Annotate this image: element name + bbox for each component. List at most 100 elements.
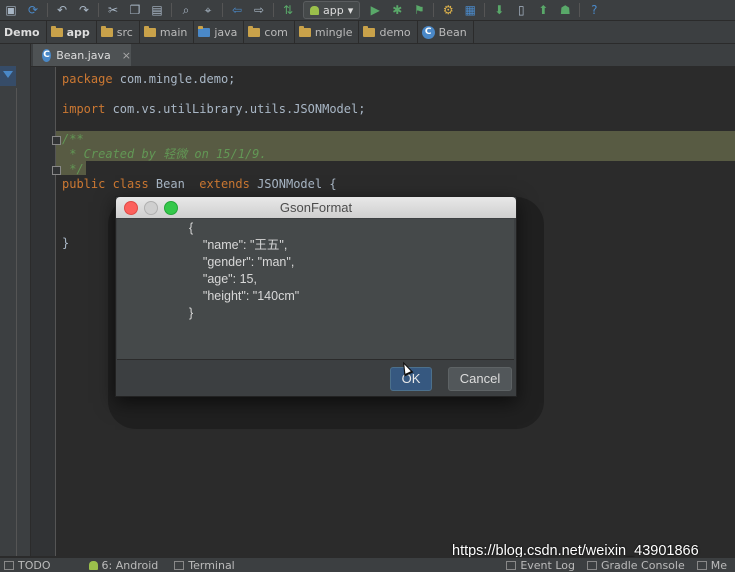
toolbar-divider	[273, 3, 274, 17]
folder-icon	[50, 25, 63, 37]
sync-icon[interactable]: ⟳	[22, 0, 44, 20]
run-icon[interactable]: ▶	[364, 0, 386, 20]
messages-label: Me	[710, 558, 727, 572]
json-line: }	[189, 306, 194, 320]
undo-icon[interactable]: ↶	[51, 0, 73, 20]
breadcrumb-main[interactable]: main	[140, 21, 195, 43]
layout-icon[interactable]: ▦	[459, 0, 481, 20]
zoom-window-button[interactable]	[164, 201, 178, 215]
fold-marker-icon[interactable]	[52, 136, 61, 145]
terminal-tool-button[interactable]: Terminal	[170, 559, 243, 572]
fold-marker-icon[interactable]	[52, 166, 61, 175]
toolbar-divider	[579, 3, 581, 17]
cut-icon[interactable]: ✂	[102, 0, 124, 20]
todo-label: TODO	[18, 558, 51, 572]
messages-icon	[696, 560, 707, 570]
breadcrumb-label: main	[159, 25, 188, 39]
forward-icon[interactable]: ⇨	[248, 0, 270, 20]
import-name: com.vs.utilLibrary.utils.JSONModel;	[105, 102, 366, 116]
status-right-group: Event Log Gradle Console Me	[502, 558, 735, 572]
superclass-name: JSONModel {	[249, 177, 337, 191]
triangle-down-icon	[3, 71, 13, 78]
debug-icon[interactable]: ✱	[386, 0, 408, 20]
class-icon: C	[42, 48, 52, 62]
toolbar-divider	[98, 3, 99, 17]
class-name: Bean	[148, 177, 200, 191]
source-folder-icon	[198, 25, 211, 37]
avd-manager-icon[interactable]: ▯	[510, 0, 532, 20]
keyword: package	[62, 72, 113, 86]
save-icon[interactable]: ▣	[0, 0, 22, 20]
toolbar-divider	[433, 3, 435, 17]
toolbar-divider	[222, 3, 223, 17]
todo-tool-button[interactable]: TODO	[0, 559, 59, 572]
copy-icon[interactable]: ❐	[124, 0, 146, 20]
breadcrumb-label: Bean	[438, 25, 467, 39]
json-input-area[interactable]: { "name": "王五", "gender": "man", "age": …	[117, 219, 514, 360]
json-line: "height": "140cm"	[189, 289, 300, 303]
breadcrumb-bean[interactable]: C Bean	[418, 21, 474, 43]
run-config-select[interactable]: app ▾	[303, 1, 361, 19]
android-monitor-icon[interactable]: ☗	[554, 0, 576, 20]
android-icon	[310, 5, 319, 15]
help-icon[interactable]: ?	[583, 0, 605, 20]
editor-tabbar: C Bean.java ×	[31, 44, 735, 67]
back-icon[interactable]: ⇦	[226, 0, 248, 20]
bottom-tool-bar: TODO 6: Android Terminal Event Log Gradl…	[0, 557, 735, 572]
folder-icon	[143, 25, 156, 37]
cancel-button[interactable]: Cancel	[448, 367, 512, 391]
breadcrumb-com[interactable]: com	[244, 21, 295, 43]
comment-line: * Created by 轻微 on 15/1/9.	[62, 147, 267, 161]
make-project-icon[interactable]: ⇅	[277, 0, 299, 20]
replace-icon[interactable]: ⌖	[197, 0, 219, 20]
project-tool-strip	[0, 44, 31, 556]
event-log-button[interactable]: Event Log	[502, 559, 583, 572]
keyword: extends	[199, 177, 250, 191]
breadcrumb-src[interactable]: src	[97, 21, 140, 43]
json-line: "name": "王五",	[189, 238, 288, 252]
breadcrumb-label: Demo	[4, 25, 40, 39]
keyword: import	[62, 102, 106, 116]
close-window-button[interactable]	[124, 201, 138, 215]
close-icon[interactable]: ×	[122, 49, 131, 62]
breadcrumb-mingle[interactable]: mingle	[295, 21, 360, 43]
chevron-down-icon: ▾	[347, 3, 354, 17]
dialog-button-row: OK Cancel	[116, 362, 516, 396]
main-toolbar: ▣ ⟳ ↶ ↷ ✂ ❐ ▤ ⌕ ⌖ ⇦ ⇨ ⇅ app ▾ ▶ ✱ ⚑ ⚙ ▦ …	[0, 0, 735, 21]
class-icon: C	[421, 25, 435, 39]
tab-label: Bean.java	[56, 48, 111, 62]
breadcrumb-demo[interactable]: demo	[359, 21, 418, 43]
minimize-window-button[interactable]	[144, 201, 158, 215]
breadcrumb-java[interactable]: java	[194, 21, 245, 43]
toolbar-divider	[47, 3, 48, 17]
sdk-manager-icon[interactable]: ⬆	[532, 0, 554, 20]
keyword: public class	[62, 177, 149, 191]
toolbar-divider	[171, 3, 172, 17]
toolbar-divider	[484, 3, 486, 17]
breadcrumb-label: app	[66, 25, 90, 39]
breadcrumb-project[interactable]: Demo	[0, 21, 47, 43]
messages-button[interactable]: Me	[693, 559, 735, 572]
redo-icon[interactable]: ↷	[73, 0, 95, 20]
gradle-sync-icon[interactable]: ⬇	[488, 0, 510, 20]
json-line: "gender": "man",	[189, 255, 295, 269]
gsonformat-dialog: GsonFormat { "name": "王五", "gender": "ma…	[115, 196, 517, 397]
navigation-breadcrumb: Demo app src main java com mingle demo C…	[0, 21, 735, 44]
breadcrumb-label: com	[264, 25, 288, 39]
breadcrumb-app[interactable]: app	[47, 21, 97, 43]
paste-icon[interactable]: ▤	[146, 0, 168, 20]
gradle-console-label: Gradle Console	[600, 558, 685, 572]
gradle-console-button[interactable]: Gradle Console	[583, 559, 693, 572]
code-line: import com.vs.utilLibrary.utils.JSONMode…	[62, 100, 365, 118]
event-log-label: Event Log	[520, 558, 575, 572]
find-icon[interactable]: ⌕	[175, 0, 197, 20]
breadcrumb-label: demo	[379, 25, 411, 39]
project-structure-icon[interactable]: ⚙	[437, 0, 459, 20]
todo-icon	[4, 560, 14, 570]
android-tool-button[interactable]: 6: Android	[85, 559, 167, 572]
package-icon	[248, 25, 261, 37]
package-icon	[298, 25, 311, 37]
dialog-titlebar: GsonFormat	[116, 197, 516, 218]
tab-bean-java[interactable]: C Bean.java ×	[33, 44, 131, 66]
attach-debugger-icon[interactable]: ⚑	[408, 0, 430, 20]
